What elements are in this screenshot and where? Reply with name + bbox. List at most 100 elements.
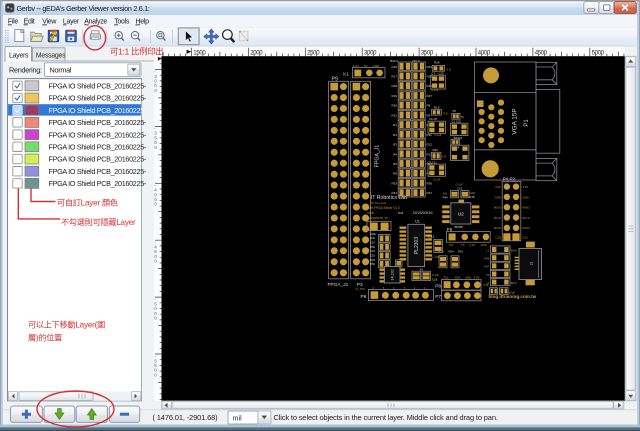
svg-text:FPGA IO Shield PCB_20160225-: FPGA IO Shield PCB_20160225- (49, 94, 147, 103)
svg-text:SDA: SDA (455, 276, 461, 280)
svg-text:R17: R17 (391, 75, 397, 79)
svg-text:FPGA IO Shield PCB_20160225-: FPGA IO Shield PCB_20160225- (49, 82, 147, 91)
svg-text:Layers: Layers (9, 52, 29, 59)
svg-text:RX: RX (450, 243, 454, 247)
svg-text:2000: 2000 (250, 51, 263, 57)
svg-text:0.1uF: 0.1uF (432, 273, 439, 277)
svg-text:0 Ω: 0 Ω (442, 155, 446, 159)
svg-text:可1:1 比例印出: 可1:1 比例印出 (110, 47, 164, 57)
svg-text:0: 0 (154, 88, 157, 93)
svg-text:5000: 5000 (592, 51, 605, 57)
svg-text:3.3V: 3.3V (474, 276, 480, 280)
svg-text:0: 0 (154, 316, 157, 321)
svg-text:R2: R2 (393, 133, 397, 137)
svg-text:MISO: MISO (522, 206, 530, 210)
svg-text:FPGA IO Shield PCB_20160225-: FPGA IO Shield PCB_20160225- (49, 130, 147, 139)
svg-text:Click to select objects in the: Click to select objects in the current l… (274, 413, 498, 422)
svg-text:FPGA IO Shield PCB_20160225-: FPGA IO Shield PCB_20160225- (49, 118, 147, 127)
svg-text:0: 0 (154, 372, 157, 377)
svg-text:R40: R40 (370, 236, 375, 240)
svg-text:C14: C14 (370, 241, 375, 245)
svg-text:R21: R21 (391, 113, 397, 117)
svg-text:C16: C16 (370, 254, 375, 258)
svg-text:R33: R33 (391, 181, 397, 185)
svg-text:blog.ittraining.com.tw: blog.ittraining.com.tw (489, 294, 537, 299)
svg-text:1500: 1500 (193, 51, 206, 57)
svg-text:P1: P1 (524, 119, 530, 127)
svg-text:R1: R1 (393, 123, 397, 127)
svg-text:0: 0 (154, 145, 157, 150)
svg-text:MOSI: MOSI (522, 226, 529, 230)
svg-text:R16: R16 (391, 65, 397, 69)
svg-text:C10: C10 (370, 249, 375, 253)
svg-text:BLM: BLM (511, 281, 517, 285)
svg-text:Help: Help (136, 18, 150, 25)
svg-text:R8: R8 (427, 104, 431, 108)
svg-text:GND: GND (465, 276, 471, 280)
svg-text:0: 0 (154, 259, 157, 264)
svg-text:MISO: MISO (494, 206, 502, 210)
svg-text:U1: U1 (415, 220, 420, 224)
svg-text:K1: K1 (343, 72, 349, 77)
svg-text:R44: R44 (443, 195, 449, 199)
svg-text:R19: R19 (391, 94, 397, 98)
svg-text:P6: P6 (361, 294, 367, 300)
svg-text:R6: R6 (393, 172, 397, 176)
svg-text:R27: R27 (427, 94, 433, 98)
svg-text:0.1uF: 0.1uF (434, 133, 442, 137)
svg-text:4.7k: 4.7k (439, 250, 445, 254)
svg-text:IT Robotics Lab: IT Robotics Lab (371, 195, 407, 201)
svg-text:SCL: SCL (444, 276, 450, 280)
svg-text:C12: C12 (429, 235, 435, 239)
svg-text:R34 0: R34 0 (390, 59, 398, 63)
svg-text:MOSI: MOSI (494, 226, 501, 230)
svg-text:File: File (8, 18, 18, 25)
svg-text:R49: R49 (398, 211, 404, 215)
svg-text:R54: R54 (433, 148, 439, 152)
svg-text:FPGA IO Shield PCB_20160225-: FPGA IO Shield PCB_20160225- (49, 155, 147, 164)
svg-text:R47: R47 (484, 265, 490, 269)
svg-text:BLM: BLM (511, 248, 517, 252)
svg-text:J1: J1 (530, 262, 534, 266)
svg-text:Messages: Messages (36, 52, 66, 59)
svg-text:FPGA_J1: FPGA_J1 (328, 282, 349, 288)
svg-text:50: 50 (461, 115, 465, 119)
svg-text:GND: GND (495, 195, 501, 199)
svg-text:PWR: PWR (368, 211, 375, 215)
svg-text:R52: R52 (370, 245, 375, 249)
svg-text:R54: R54 (449, 250, 455, 254)
svg-text:0 Ω: 0 Ω (447, 67, 451, 71)
svg-text:Analyze: Analyze (84, 18, 107, 25)
svg-text:C15: C15 (457, 187, 463, 191)
svg-text:VGA 15P: VGA 15P (512, 108, 519, 134)
svg-text:GND: GND (522, 195, 528, 199)
svg-text:3.3V: 3.3V (495, 185, 501, 189)
svg-text:R15: R15 (434, 105, 440, 109)
svg-text:FPGA_J1: FPGA_J1 (375, 145, 381, 168)
svg-text:IO_PIN: IO_PIN (356, 287, 365, 291)
svg-text:R5: R5 (393, 162, 397, 166)
svg-text:R23: R23 (427, 65, 433, 69)
svg-text:R20: R20 (391, 104, 397, 108)
svg-text:FPGA IO Shield PCB_20160225-: FPGA IO Shield PCB_20160225- (49, 167, 147, 176)
svg-text:3500: 3500 (421, 51, 434, 57)
svg-text:R46: R46 (484, 256, 490, 260)
svg-text:U2: U2 (458, 211, 464, 217)
svg-text:C18: C18 (432, 278, 438, 282)
svg-text:CS1: CS1 (522, 235, 528, 239)
svg-text:L2: L2 (486, 248, 490, 252)
svg-text:4000: 4000 (478, 51, 491, 57)
svg-text:See FPGA Shield V1.0: See FPGA Shield V1.0 (368, 206, 400, 210)
svg-text:R50: R50 (370, 262, 375, 266)
svg-text:R7: R7 (453, 109, 457, 113)
svg-text:R28: R28 (434, 61, 440, 65)
svg-text:2500: 2500 (307, 51, 320, 57)
svg-text:mil: mil (233, 414, 243, 423)
svg-text:SCLK: SCLK (522, 216, 529, 220)
svg-text:可以上下移動Layer(圖: 可以上下移動Layer(圖 (28, 320, 105, 330)
svg-text:2015/03/16: 2015/03/16 (413, 210, 434, 215)
svg-text:層)的位置: 層)的位置 (28, 332, 62, 342)
svg-text:R36: R36 (427, 181, 433, 185)
svg-text:220k: 220k (370, 232, 376, 236)
svg-text:0.1uF: 0.1uF (432, 255, 440, 259)
